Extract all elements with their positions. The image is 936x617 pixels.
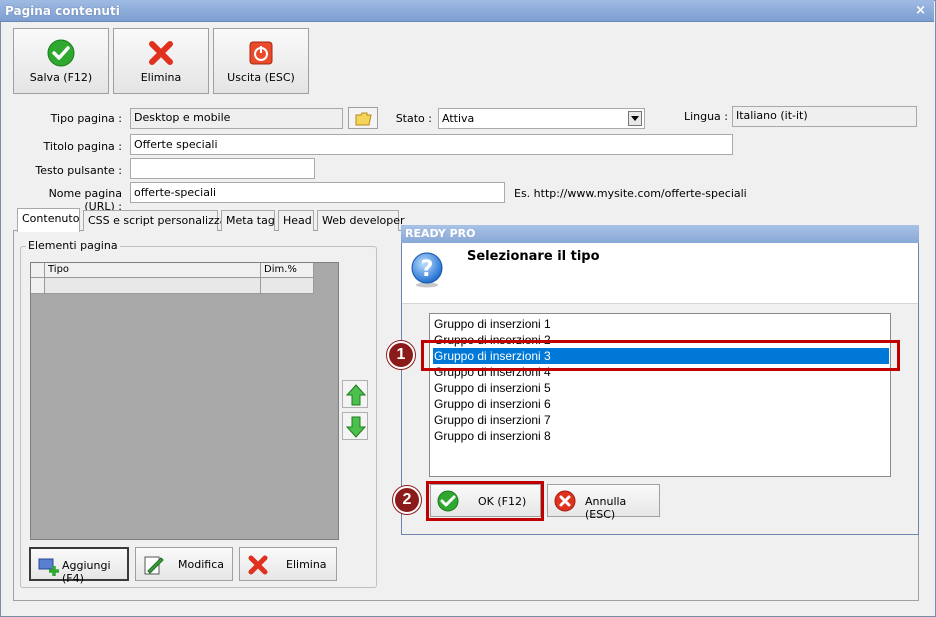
grid-cell[interactable] [261,278,314,294]
tab-css-script[interactable]: CSS e script personalizzati [83,210,234,231]
page-title-label: Titolo pagina : [43,140,122,153]
list-item[interactable]: Gruppo di inserzioni 1 [433,316,889,332]
svg-text:?: ? [421,257,434,282]
tab-contenuto[interactable]: Contenuto [17,208,80,232]
cancel-button-label: Annulla (ESC) [585,495,627,521]
title-bar: Pagina contenuti × [0,0,934,22]
list-item[interactable]: Gruppo di inserzioni 8 [433,428,889,444]
page-url-input[interactable]: offerte-speciali [130,182,505,203]
exit-button-label: Uscita (ESC) [227,71,295,84]
exit-button[interactable]: Uscita (ESC) [213,28,309,94]
status-label: Stato : [395,112,432,125]
exit-icon [249,41,273,65]
window-title: Pagina contenuti [5,4,120,18]
type-list[interactable]: Gruppo di inserzioni 1 Gruppo di inserzi… [429,313,891,477]
delete-button[interactable]: Elimina [113,28,209,94]
delete-button-label: Elimina [140,71,182,84]
move-up-button[interactable] [342,380,368,408]
add-element-label: Aggiungi (F4) [62,559,111,585]
save-button-label: Salva (F12) [29,71,93,84]
column-header-tipo[interactable]: Tipo [45,263,261,278]
cancel-button[interactable]: Annulla (ESC) [547,484,660,521]
url-example: Es. http://www.mysite.com/offerte-specia… [514,187,747,200]
step-badge-2: 2 [393,486,421,514]
page-title-input[interactable]: Offerte speciali [130,134,733,155]
tab-web-developer[interactable]: Web developer [317,210,405,231]
delete-element-button[interactable]: Elimina [239,547,337,581]
dialog-heading: Selezionare il tipo [467,249,600,264]
status-select-value: Attiva [442,112,475,125]
button-text-label: Testo pulsante : [35,164,122,177]
dialog-title-bar: READY PRO [401,225,919,243]
list-item[interactable]: Gruppo di inserzioni 7 [433,412,889,428]
edit-element-label: Modifica [178,558,224,571]
status-select[interactable]: Attiva [438,108,645,129]
page-type-label: Tipo pagina : [50,112,122,125]
edit-icon [144,556,164,575]
page-type-field: Desktop e mobile [130,108,343,129]
tab-meta-tag[interactable]: Meta tag [221,210,275,231]
highlight-selected-item [421,340,900,371]
row-selector[interactable] [31,278,45,294]
question-icon: ? [411,252,443,288]
tab-head[interactable]: Head [278,210,314,231]
red-x-icon [149,41,173,65]
add-element-button[interactable]: Aggiungi (F4) [29,547,129,585]
dialog-title: READY PRO [405,227,476,240]
column-header-dim[interactable]: Dim.% [261,263,314,278]
cancel-icon [554,490,576,512]
close-icon[interactable]: × [915,3,926,18]
grid-cell[interactable] [45,278,261,294]
delete-element-label: Elimina [286,558,327,571]
highlight-ok-button [426,481,544,521]
add-icon [38,558,59,576]
language-field: Italiano (it-it) [732,106,917,127]
elements-grid[interactable]: Tipo Dim.% [30,262,339,540]
red-x-icon [248,555,268,575]
edit-element-button[interactable]: Modifica [135,547,233,581]
browse-button[interactable] [348,107,378,129]
step-badge-1: 1 [387,341,415,369]
page-elements-title: Elementi pagina [26,239,120,252]
arrow-up-icon [346,384,366,406]
list-item[interactable]: Gruppo di inserzioni 6 [433,396,889,412]
chevron-down-icon [628,111,642,126]
list-item[interactable]: Gruppo di inserzioni 5 [433,380,889,396]
save-button[interactable]: Salva (F12) [13,28,109,94]
move-down-button[interactable] [342,412,368,440]
arrow-down-icon [346,416,366,438]
checkmark-icon [47,39,75,67]
grid-corner [31,263,45,278]
folder-icon [355,112,372,126]
language-label: Lingua : [683,110,728,123]
button-text-input[interactable] [130,158,315,179]
